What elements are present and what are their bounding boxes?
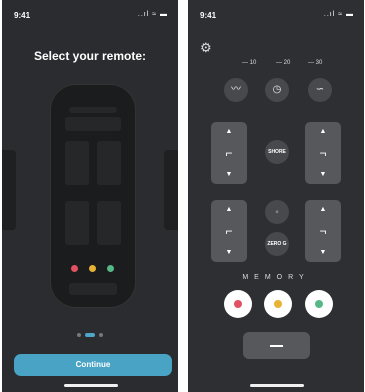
- gear-icon[interactable]: ⚙: [200, 40, 212, 56]
- remote-lumbar-panel: [65, 201, 89, 245]
- lumbar-down-arrow-icon[interactable]: ▼: [211, 249, 247, 256]
- remote-preview-right[interactable]: [164, 150, 178, 230]
- remote-memory-yellow-dot: [89, 265, 96, 272]
- status-time: 9:41: [200, 11, 217, 20]
- tilt-up-arrow-icon[interactable]: ▲: [305, 206, 341, 213]
- memory-red-dot-icon: [234, 300, 242, 308]
- lumbar-control-panel: ▲ ⌐ ▼: [211, 200, 247, 262]
- tilt-position-icon: ¬: [319, 224, 327, 238]
- status-icons: ..ıl ≈ ▬: [137, 11, 168, 18]
- page-dot: [99, 332, 103, 337]
- remote-preview-center[interactable]: [50, 84, 136, 308]
- head-up-arrow-icon[interactable]: ▲: [211, 128, 247, 135]
- memory-yellow-button[interactable]: [264, 290, 292, 318]
- head-position-icon: ⌐: [225, 146, 233, 160]
- foot-down-arrow-icon[interactable]: ▼: [305, 171, 341, 178]
- shore-button[interactable]: SHORE: [265, 140, 289, 164]
- timer-icon: ◷: [272, 84, 282, 95]
- memory-yellow-dot-icon: [274, 300, 282, 308]
- tilt-down-arrow-icon[interactable]: ▼: [305, 249, 341, 256]
- preset-30-label: — 30: [308, 60, 323, 66]
- light-button[interactable]: ☼: [265, 200, 289, 224]
- head-down-arrow-icon[interactable]: ▼: [211, 171, 247, 178]
- foot-position-icon: ¬: [319, 146, 327, 160]
- memory-green-button[interactable]: [305, 290, 333, 318]
- memory-green-dot-icon: [315, 300, 323, 308]
- massage-wave-icon: 〰: [231, 84, 241, 95]
- foot-up-arrow-icon[interactable]: ▲: [305, 128, 341, 135]
- preset-20-label: — 20: [276, 60, 291, 66]
- tilt-control-panel: ▲ ¬ ▼: [305, 200, 341, 262]
- remote-memory-red-dot: [71, 265, 78, 272]
- screen-remote-control: 9:41 ..ıl ≈ ▬ ⚙ — 10 — 20 — 30 〰 ◷ ∽ ▲ ⌐…: [188, 0, 364, 392]
- status-time: 9:41: [14, 11, 31, 20]
- remote-foot-panel: [97, 141, 121, 185]
- remote-preview-left[interactable]: [2, 150, 16, 230]
- page-indicator: [2, 326, 178, 344]
- memory-label: MEMORY: [242, 274, 310, 281]
- screen-select-remote: 9:41 ..ıl ≈ ▬ Select your remote: Contin…: [2, 0, 178, 392]
- massage-leg-button[interactable]: ∽: [308, 78, 332, 102]
- light-bulb-icon: ☼: [274, 209, 280, 215]
- remote-flat-button: [69, 283, 117, 295]
- flat-button[interactable]: [243, 332, 310, 359]
- remote-tilt-panel: [97, 201, 121, 245]
- zero-g-button[interactable]: ZERO G: [265, 232, 289, 256]
- timer-button[interactable]: ◷: [265, 78, 289, 102]
- home-indicator: [64, 384, 118, 387]
- remote-top-buttons: [65, 117, 121, 131]
- remote-memory-green-dot: [107, 265, 114, 272]
- remote-head-panel: [65, 141, 89, 185]
- lumbar-position-icon: ⌐: [225, 224, 233, 238]
- remote-preset-row: [69, 107, 117, 113]
- page-dot-active: [85, 332, 95, 337]
- status-icons: ..ıl ≈ ▬: [323, 11, 354, 18]
- lumbar-up-arrow-icon[interactable]: ▲: [211, 206, 247, 213]
- memory-red-button[interactable]: [224, 290, 252, 318]
- foot-control-panel: ▲ ¬ ▼: [305, 122, 341, 184]
- preset-10-label: — 10: [242, 60, 257, 66]
- status-bar: 9:41 ..ıl ≈ ▬: [188, 8, 364, 22]
- massage-wave-button[interactable]: 〰: [224, 78, 248, 102]
- massage-leg-icon: ∽: [315, 84, 325, 95]
- flat-dash-icon: [270, 345, 283, 347]
- status-bar: 9:41 ..ıl ≈ ▬: [2, 8, 178, 22]
- head-control-panel: ▲ ⌐ ▼: [211, 122, 247, 184]
- home-indicator: [250, 384, 304, 387]
- page-dot: [77, 332, 81, 337]
- continue-button[interactable]: Continue: [14, 354, 172, 376]
- page-title: Select your remote:: [33, 49, 147, 63]
